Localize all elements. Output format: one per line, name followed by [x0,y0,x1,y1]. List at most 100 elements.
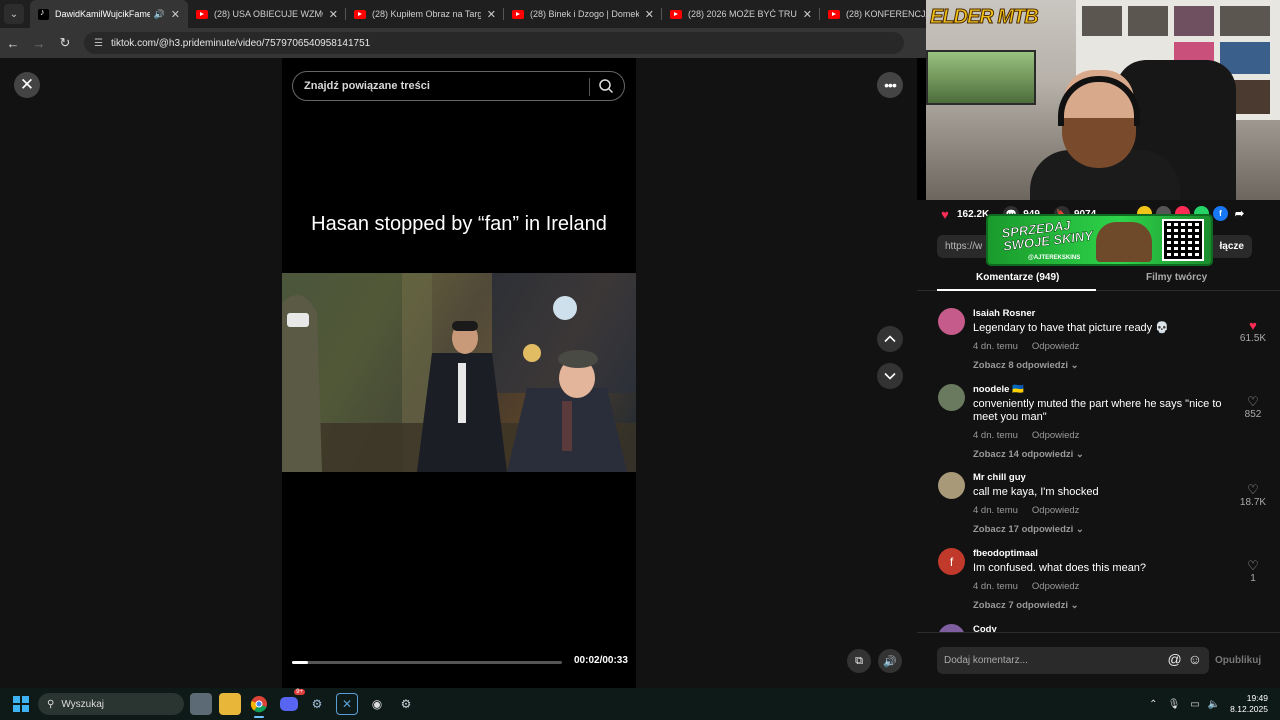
discord-badge: 9+ [294,689,305,695]
discord-icon[interactable]: 9+ [278,689,305,715]
next-video-button[interactable] [877,363,903,389]
publish-button[interactable]: Opublikuj [1215,655,1261,666]
view-replies-link[interactable]: Zobacz 7 odpowiedzi ⌄ [973,600,1243,611]
tab-close-icon[interactable]: ✕ [487,8,496,21]
comment-like[interactable]: ♡ 18.7K [1238,482,1268,508]
comment-date: 4 dn. temu [973,581,1018,592]
windows-start-icon[interactable] [13,696,29,712]
taskbar-search[interactable]: ⚲ Wyszukaj [38,693,184,715]
comment-placeholder: Dodaj komentarz... [944,655,1028,666]
close-video-button[interactable]: ✕ [14,72,40,98]
screen: ⌄ DawidKamilWujcikFameMm 🔊 ✕ (28) USA OB… [0,0,1280,720]
steam-icon[interactable]: ⚙ [306,693,328,715]
avatar[interactable] [938,472,965,499]
video-progress-fill [292,661,309,664]
tab-youtube-3[interactable]: (28) Binek i Dzogo | Domek dla ✕ [504,0,662,28]
video-caption-title: Hasan stopped by “fan” in Ireland [311,213,607,235]
comment-item: noodele 🇺🇦 conveniently muted the part w… [938,384,1268,466]
speaker-icon[interactable]: 🔊 [154,9,165,20]
system-tray: ⌃ 🎙 ▭ 🔈 19:49 8.12.2025 [1149,688,1280,720]
xbox-app-icon[interactable]: ✕ [336,693,358,715]
comment-username[interactable]: fbeodoptimaal [973,548,1243,560]
reply-link[interactable]: Odpowiedz [1032,341,1080,352]
related-search-input[interactable]: Znajdź powiązane treści [292,71,625,101]
comment-like-count: 1 [1250,573,1256,584]
reply-link[interactable]: Odpowiedz [1032,581,1080,592]
tab-youtube-4[interactable]: (28) 2026 MOŻE BYĆ TRUDNY ✕ [662,0,820,28]
video-frame-image [282,273,636,472]
more-options-button[interactable]: ••• [877,72,903,98]
back-arrow-icon[interactable]: ← [0,36,26,51]
heart-outline-icon[interactable]: ♡ [1238,394,1268,409]
promo-banner: SPRZEDAJ SWOJE SKINY @AJTEREKSKINS [986,214,1213,266]
comment-item: Mr chill guy call me kaya, I'm shocked 4… [938,472,1268,542]
heart-filled-icon[interactable]: ♥ [1238,318,1268,333]
reply-link[interactable]: Odpowiedz [1032,505,1080,516]
tab-tiktok[interactable]: DawidKamilWujcikFameMm 🔊 ✕ [30,0,188,28]
comment-username[interactable]: Mr chill guy [973,472,1243,484]
share-arrow-icon[interactable]: ➦ [1232,206,1247,221]
tab-close-icon[interactable]: ✕ [171,8,180,21]
comment-item: Isaiah Rosner Legendary to have that pic… [938,308,1268,378]
view-replies-link[interactable]: Zobacz 14 odpowiedzi ⌄ [973,449,1243,460]
tab-close-icon[interactable]: ✕ [645,8,654,21]
heart-outline-icon[interactable]: ♡ [1238,558,1268,573]
emoji-icon[interactable]: ☺ [1188,651,1202,667]
reply-link[interactable]: Odpowiedz [1032,430,1080,441]
task-view-icon[interactable] [190,693,212,715]
tab-creator-videos[interactable]: Filmy twórcy [1146,272,1207,283]
chrome-icon[interactable] [248,693,270,718]
tab-comments[interactable]: Komentarze (949) [976,272,1059,283]
forward-arrow-icon[interactable]: → [26,36,52,51]
comment-date: 4 dn. temu [973,430,1018,441]
comment-like[interactable]: ♥ 61.5K [1238,318,1268,344]
network-icon[interactable]: ▭ [1190,699,1199,710]
comment-username[interactable]: noodele 🇺🇦 [973,384,1243,396]
avatar[interactable] [938,624,965,632]
volume-button[interactable]: 🔊 [878,649,902,673]
promo-handle: @AJTEREKSKINS [1028,255,1081,261]
comment-like-count: 852 [1244,409,1262,420]
floating-player-button[interactable]: ⧉ [847,649,871,673]
comment-like[interactable]: ♡ 852 [1238,394,1268,420]
tab-close-icon[interactable]: ✕ [329,8,338,21]
video-player[interactable]: Znajdź powiązane treści Hasan stopped by… [282,58,636,688]
speaker-icon[interactable]: 🔈 [1208,699,1220,710]
view-replies-link[interactable]: Zobacz 8 odpowiedzi ⌄ [973,360,1243,371]
facebook-icon[interactable]: f [1213,206,1228,221]
mention-icon[interactable]: @ [1167,651,1181,667]
comment-username[interactable]: Isaiah Rosner [973,308,1243,320]
likes-count: 162.2K [957,208,990,220]
settings-gear-icon[interactable]: ⚙ [395,693,417,715]
video-progress-bar[interactable] [292,661,562,664]
chevron-up-icon [884,335,896,343]
tab-youtube-2[interactable]: (28) Kupiłem Obraz na Targu Pc ✕ [346,0,504,28]
view-replies-link[interactable]: Zobacz 17 odpowiedzi ⌄ [973,524,1243,535]
url-field[interactable]: ☰ tiktok.com/@h3.prideminute/video/75797… [84,32,904,54]
obs-icon[interactable]: ◉ [366,693,388,715]
search-icon[interactable] [598,78,614,94]
tab-close-icon[interactable]: ✕ [803,8,812,21]
reload-icon[interactable]: ↻ [52,35,78,51]
youtube-favicon-icon [196,9,208,19]
clock[interactable]: 19:49 8.12.2025 [1230,693,1268,715]
add-comment-input[interactable]: Dodaj komentarz... @ ☺ [937,647,1209,674]
heart-icon[interactable]: ♥ [937,206,953,222]
heart-outline-icon[interactable]: ♡ [1238,482,1268,497]
file-explorer-icon[interactable] [219,693,241,715]
search-placeholder: Znajdź powiązane treści [304,80,430,92]
comment-like[interactable]: ♡ 1 [1238,558,1268,584]
copy-link-button[interactable]: łącze [1220,241,1244,252]
tray-chevron-up-icon[interactable]: ⌃ [1149,699,1157,710]
avatar[interactable] [938,308,965,335]
avatar[interactable] [938,384,965,411]
tab-search-chevron-icon[interactable]: ⌄ [4,4,24,24]
microphone-icon[interactable]: 🎙 [1168,699,1181,710]
tab-youtube-5[interactable]: (28) KONFERENCJA: Nat [820,0,926,28]
video-time: 00:02/00:33 [574,655,628,666]
comment-username[interactable]: Cody [973,624,1243,632]
avatar[interactable]: f [938,548,965,575]
site-settings-icon[interactable]: ☰ [94,38,103,49]
previous-video-button[interactable] [877,326,903,352]
tab-youtube-1[interactable]: (28) USA OBIECUJE WZMOCNIEN ✕ [188,0,346,28]
